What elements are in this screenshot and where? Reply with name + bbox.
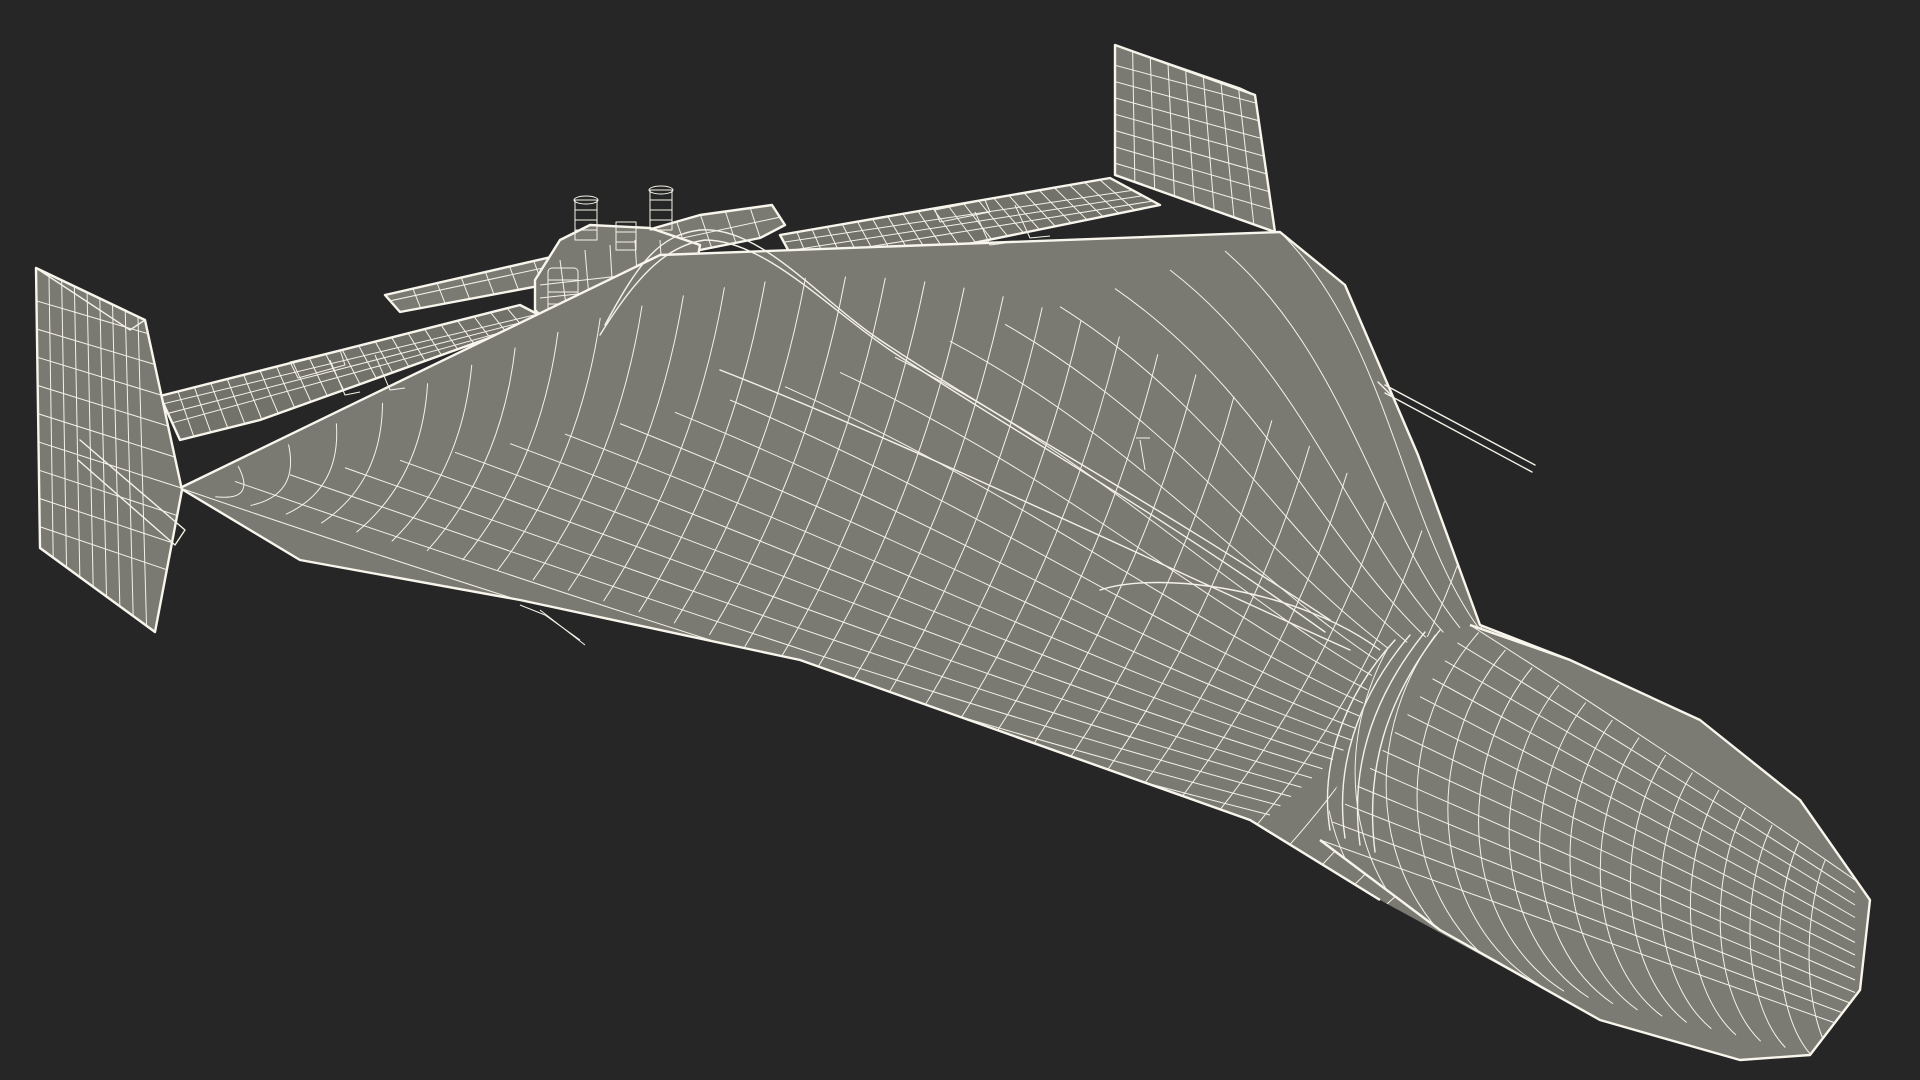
drone-wireframe-render xyxy=(34,43,1872,1062)
left-tail-fin xyxy=(34,266,186,634)
nose-cone xyxy=(1319,623,1872,1062)
